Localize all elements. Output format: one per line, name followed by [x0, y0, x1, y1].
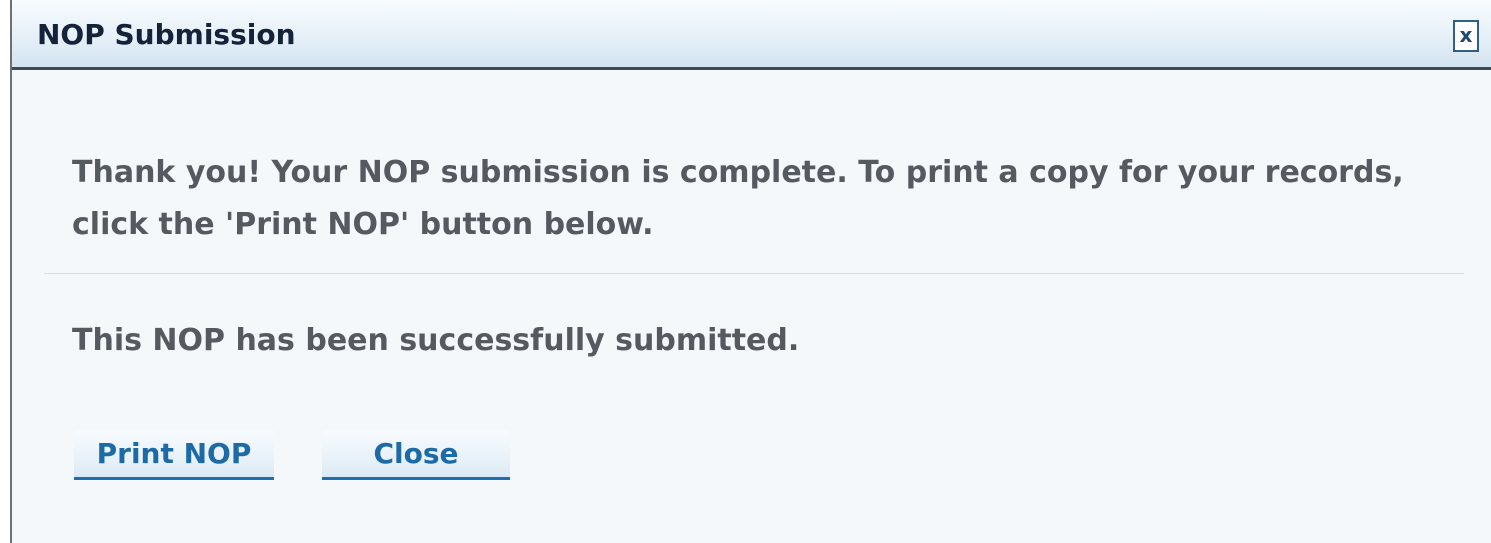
print-nop-button[interactable]: Print NOP — [74, 430, 274, 480]
dialog-body: Thank you! Your NOP submission is comple… — [12, 73, 1491, 543]
confirmation-message: Thank you! Your NOP submission is comple… — [72, 155, 1404, 242]
nop-submission-dialog: NOP Submission x Thank you! Your NOP sub… — [10, 0, 1491, 543]
divider — [44, 273, 1464, 274]
dialog-titlebar: NOP Submission x — [12, 0, 1491, 70]
submission-status-message: This NOP has been successfully submitted… — [72, 323, 800, 358]
close-button[interactable]: Close — [322, 430, 510, 480]
close-icon[interactable]: x — [1453, 20, 1479, 52]
dialog-title: NOP Submission — [37, 18, 296, 51]
